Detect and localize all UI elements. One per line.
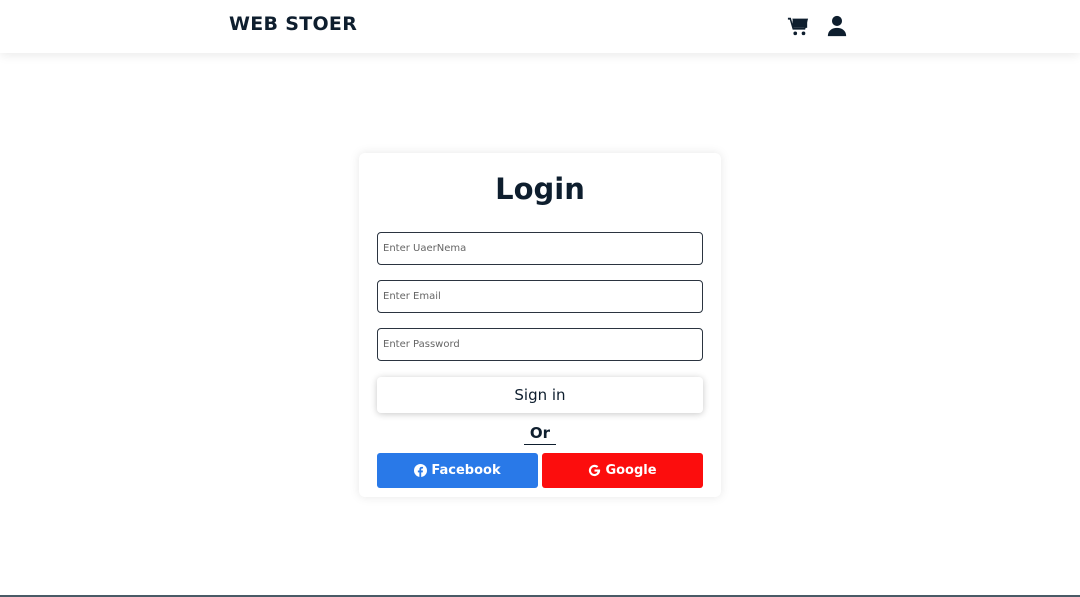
google-login-button[interactable]: Google (542, 453, 703, 488)
facebook-icon (414, 464, 428, 477)
username-input[interactable] (377, 232, 703, 265)
facebook-login-button[interactable]: Facebook (377, 453, 538, 488)
sign-in-button[interactable]: Sign in (377, 377, 703, 413)
login-card: Login Sign in Or Facebook Google (359, 153, 721, 497)
password-input[interactable] (377, 328, 703, 361)
email-input[interactable] (377, 280, 703, 313)
google-label: Google (605, 463, 657, 478)
or-underline (524, 444, 556, 445)
user-icon[interactable] (826, 15, 848, 37)
facebook-label: Facebook (431, 463, 501, 478)
login-title: Login (495, 172, 585, 206)
cart-icon[interactable] (787, 15, 809, 37)
navbar: WEB STOER (0, 0, 1080, 53)
brand-logo[interactable]: WEB STOER (229, 13, 357, 35)
google-icon (588, 464, 601, 477)
or-divider-label: Or (529, 424, 551, 442)
